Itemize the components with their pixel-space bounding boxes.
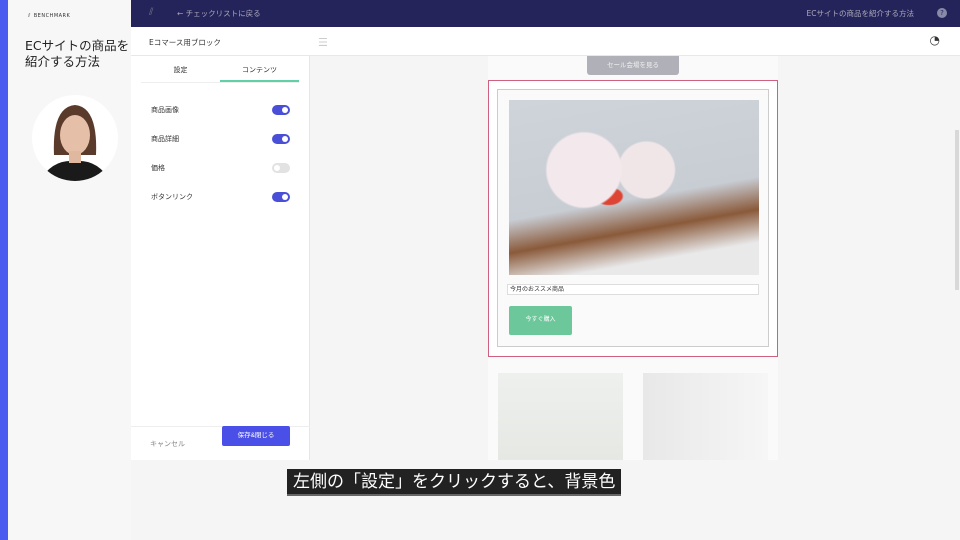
email-canvas: セール会場を見る 今月のおススメ商品 今すぐ購入 xyxy=(488,56,778,460)
tutorial-title: ECサイトの商品を紹介する方法 xyxy=(806,9,914,18)
hamburger-menu-icon[interactable]: ☰ xyxy=(318,36,328,49)
app-logo-icon: ⫽ xyxy=(149,7,154,18)
buy-now-button[interactable]: 今すぐ購入 xyxy=(509,306,572,335)
button-link-toggle[interactable] xyxy=(272,191,290,202)
benchmark-logo-icon: ⫽ xyxy=(28,13,31,19)
product-caption[interactable]: 今月のおススメ商品 xyxy=(507,284,759,295)
product-image-toggle[interactable] xyxy=(272,104,290,115)
settings-panel: 設定 コンテンツ 商品画像 商品詳細 価格 ボタンリンク キャンセル 保存&閉じ… xyxy=(131,56,310,460)
product-image-vases[interactable] xyxy=(498,373,623,460)
sale-button[interactable]: セール会場を見る xyxy=(587,56,679,75)
toggle-row-product-image: 商品画像 xyxy=(151,95,290,124)
back-to-checklist-link[interactable]: ← チェックリストに戻る xyxy=(177,8,261,19)
rocket-icon[interactable]: ◔ xyxy=(930,33,940,47)
tab-content[interactable]: コンテンツ xyxy=(220,56,299,82)
toggle-row-price: 価格 xyxy=(151,153,290,182)
video-sidebar: ⫽ BENCHMARK ECサイトの商品を紹介する方法 xyxy=(8,0,131,540)
toggle-row-product-details: 商品詳細 xyxy=(151,124,290,153)
product-details-toggle[interactable] xyxy=(272,133,290,144)
product-image-chair[interactable] xyxy=(643,373,768,460)
video-title: ECサイトの商品を紹介する方法 xyxy=(25,38,130,69)
save-close-button[interactable]: 保存&閉じる xyxy=(222,426,290,446)
top-bar: ⫽ ← チェックリストに戻る ECサイトの商品を紹介する方法 ? xyxy=(131,0,960,27)
help-icon[interactable]: ? xyxy=(937,8,947,18)
selected-product-block[interactable]: 今月のおススメ商品 今すぐ購入 xyxy=(488,80,778,357)
price-toggle[interactable] xyxy=(272,162,290,173)
video-subtitle: 左側の「設定」をクリックすると、背景色 xyxy=(287,469,622,496)
product-image[interactable] xyxy=(509,100,759,275)
cancel-button[interactable]: キャンセル xyxy=(150,439,185,449)
accent-bar xyxy=(0,0,8,540)
tab-settings[interactable]: 設定 xyxy=(141,56,220,82)
brand-logo: ⫽ BENCHMARK xyxy=(28,13,71,19)
block-title: Eコマース用ブロック xyxy=(149,38,221,47)
toggle-row-button-link: ボタンリンク xyxy=(151,182,290,211)
editor-header: Eコマース用ブロック ☰ ◔ xyxy=(131,27,960,56)
scrollbar[interactable] xyxy=(955,130,959,290)
presenter-avatar xyxy=(32,95,118,181)
